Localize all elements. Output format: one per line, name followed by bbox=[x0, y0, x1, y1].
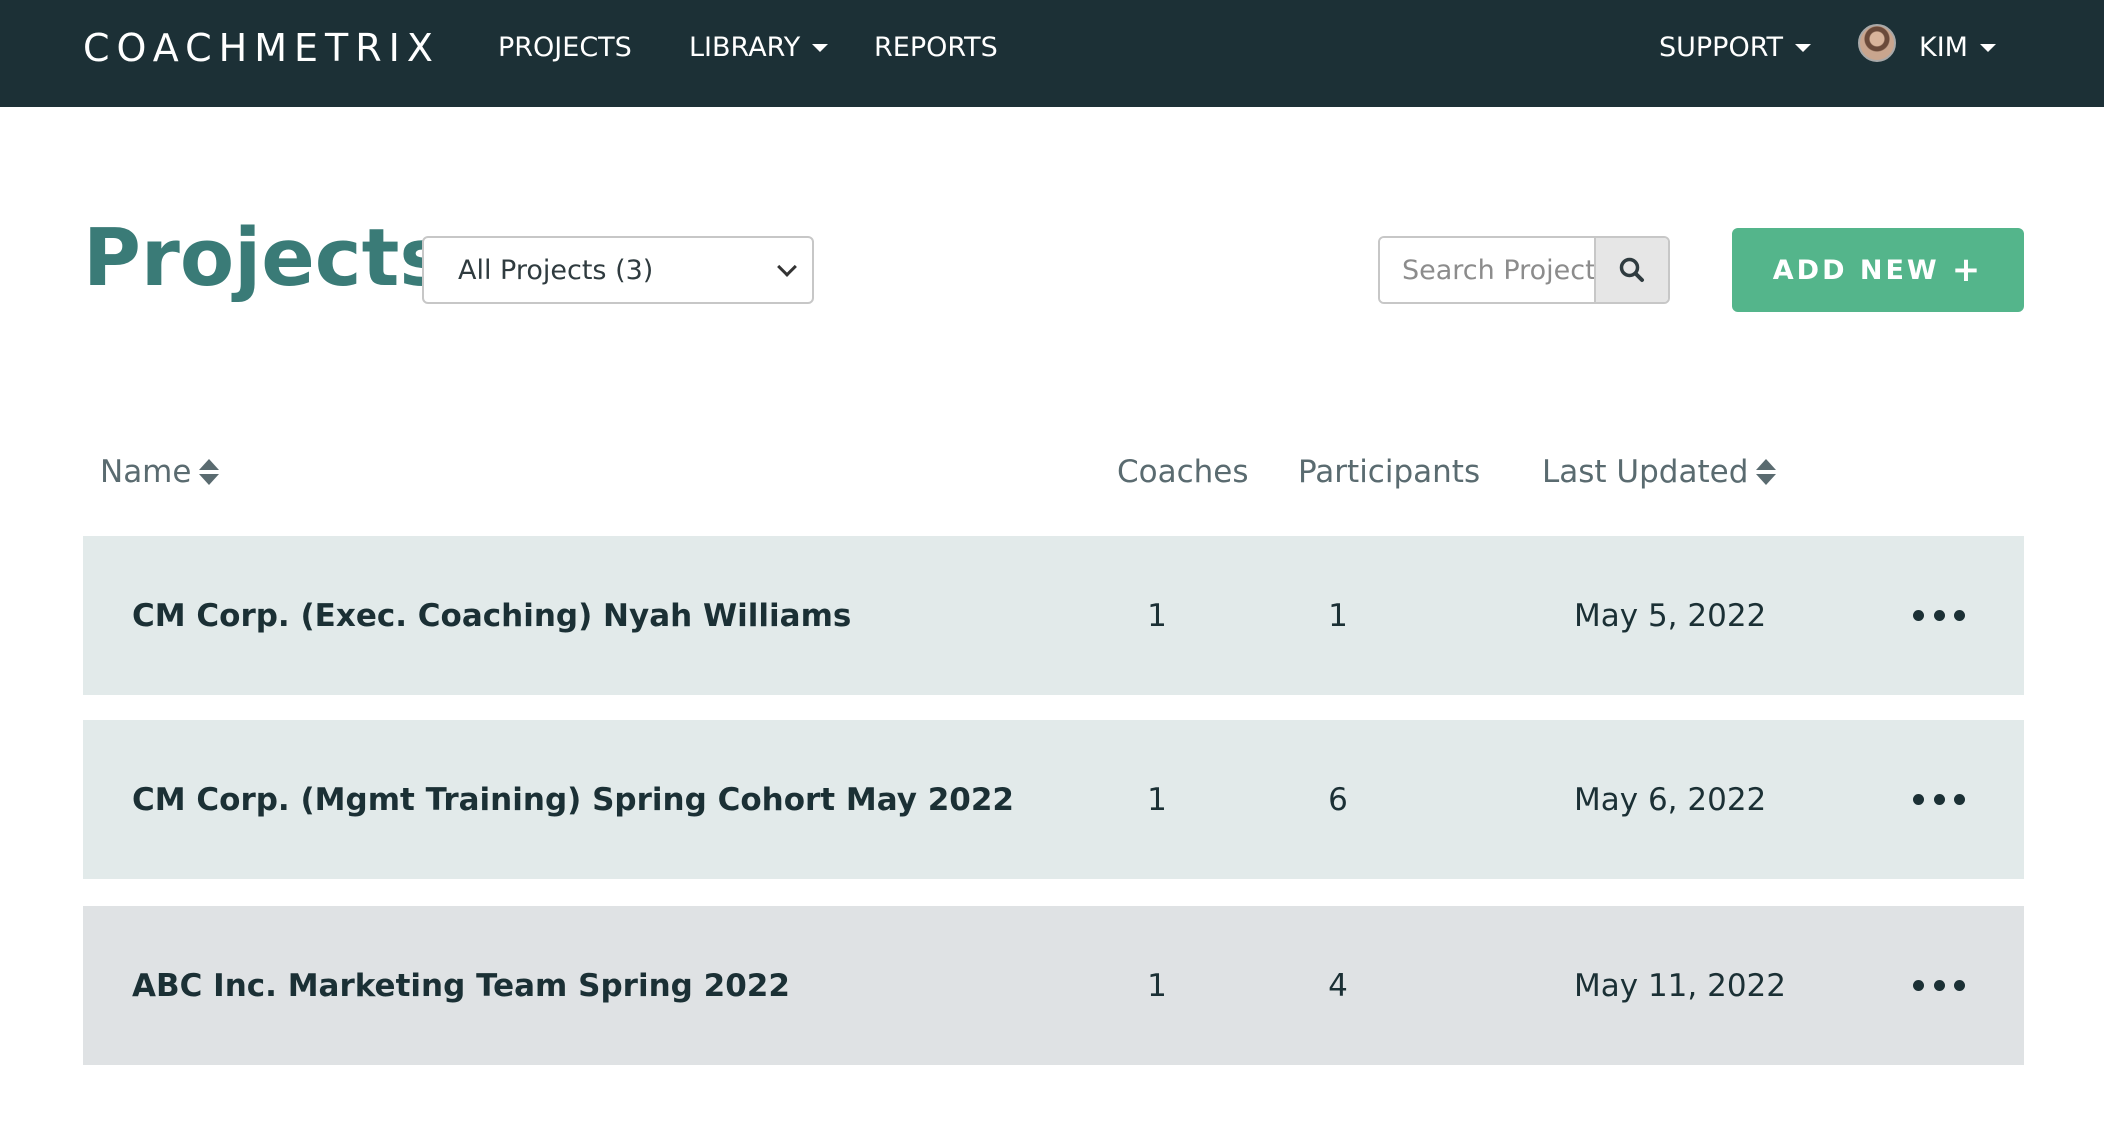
plus-icon: + bbox=[1951, 250, 1984, 290]
project-filter-select[interactable]: All Projects (3) bbox=[422, 236, 814, 304]
nav-reports-label: REPORTS bbox=[874, 32, 998, 63]
nav-user-menu[interactable]: KIM bbox=[1919, 31, 1996, 65]
column-header-coaches: Coaches bbox=[1117, 452, 1249, 492]
project-filter-value: All Projects (3) bbox=[458, 254, 654, 286]
page-title: Projects bbox=[83, 212, 447, 304]
table-row[interactable]: CM Corp. (Exec. Coaching) Nyah Williams … bbox=[83, 536, 2024, 695]
chevron-down-icon bbox=[812, 44, 829, 52]
coaches-count: 1 bbox=[1147, 597, 1167, 634]
nav-support-label: SUPPORT bbox=[1659, 32, 1784, 63]
participants-count: 1 bbox=[1328, 597, 1348, 634]
last-updated-date: May 5, 2022 bbox=[1574, 597, 1767, 634]
column-header-last-updated-label: Last Updated bbox=[1542, 454, 1749, 490]
nav-reports[interactable]: REPORTS bbox=[874, 31, 998, 65]
add-new-button[interactable]: ADD NEW + bbox=[1732, 228, 2024, 312]
column-header-name[interactable]: Name bbox=[100, 452, 220, 492]
coaches-count: 1 bbox=[1147, 967, 1167, 1004]
nav-projects-label: PROJECTS bbox=[498, 32, 632, 63]
column-header-coaches-label: Coaches bbox=[1117, 454, 1249, 490]
project-name[interactable]: ABC Inc. Marketing Team Spring 2022 bbox=[132, 906, 790, 1065]
search-icon bbox=[1619, 257, 1644, 282]
nav-library-label: LIBRARY bbox=[689, 32, 801, 63]
nav-user-label: KIM bbox=[1919, 32, 1968, 63]
column-header-participants-label: Participants bbox=[1298, 454, 1481, 490]
participants-count: 6 bbox=[1328, 781, 1348, 818]
add-new-label: ADD NEW bbox=[1772, 254, 1940, 286]
search-group bbox=[1378, 236, 1670, 304]
more-options-icon[interactable] bbox=[1913, 601, 1965, 629]
chevron-down-icon bbox=[1979, 44, 1996, 52]
last-updated-date: May 6, 2022 bbox=[1574, 781, 1767, 818]
more-options-icon[interactable] bbox=[1913, 785, 1965, 813]
sort-icon bbox=[199, 458, 220, 486]
more-options-icon[interactable] bbox=[1913, 971, 1965, 999]
project-name[interactable]: CM Corp. (Exec. Coaching) Nyah Williams bbox=[132, 536, 851, 695]
chevron-down-icon bbox=[777, 257, 797, 277]
last-updated-date: May 11, 2022 bbox=[1574, 967, 1786, 1004]
participants-count: 4 bbox=[1328, 967, 1348, 1004]
column-header-last-updated[interactable]: Last Updated bbox=[1542, 452, 1777, 492]
user-avatar[interactable] bbox=[1858, 24, 1896, 62]
column-header-participants: Participants bbox=[1298, 452, 1480, 492]
nav-support[interactable]: SUPPORT bbox=[1659, 31, 1812, 65]
brand-logo[interactable]: COACHMETRIX bbox=[83, 26, 440, 70]
column-header-name-label: Name bbox=[100, 454, 192, 490]
nav-projects[interactable]: PROJECTS bbox=[498, 31, 632, 65]
top-navbar: COACHMETRIX PROJECTS LIBRARY REPORTS SUP… bbox=[0, 0, 2104, 107]
coaches-count: 1 bbox=[1147, 781, 1167, 818]
search-button[interactable] bbox=[1594, 238, 1668, 302]
search-input[interactable] bbox=[1380, 238, 1594, 302]
chevron-down-icon bbox=[1795, 44, 1812, 52]
table-row[interactable]: ABC Inc. Marketing Team Spring 2022 1 4 … bbox=[83, 906, 2024, 1065]
sort-icon bbox=[1756, 458, 1777, 486]
table-row[interactable]: CM Corp. (Mgmt Training) Spring Cohort M… bbox=[83, 720, 2024, 879]
project-name[interactable]: CM Corp. (Mgmt Training) Spring Cohort M… bbox=[132, 720, 1014, 879]
nav-library[interactable]: LIBRARY bbox=[689, 31, 829, 65]
